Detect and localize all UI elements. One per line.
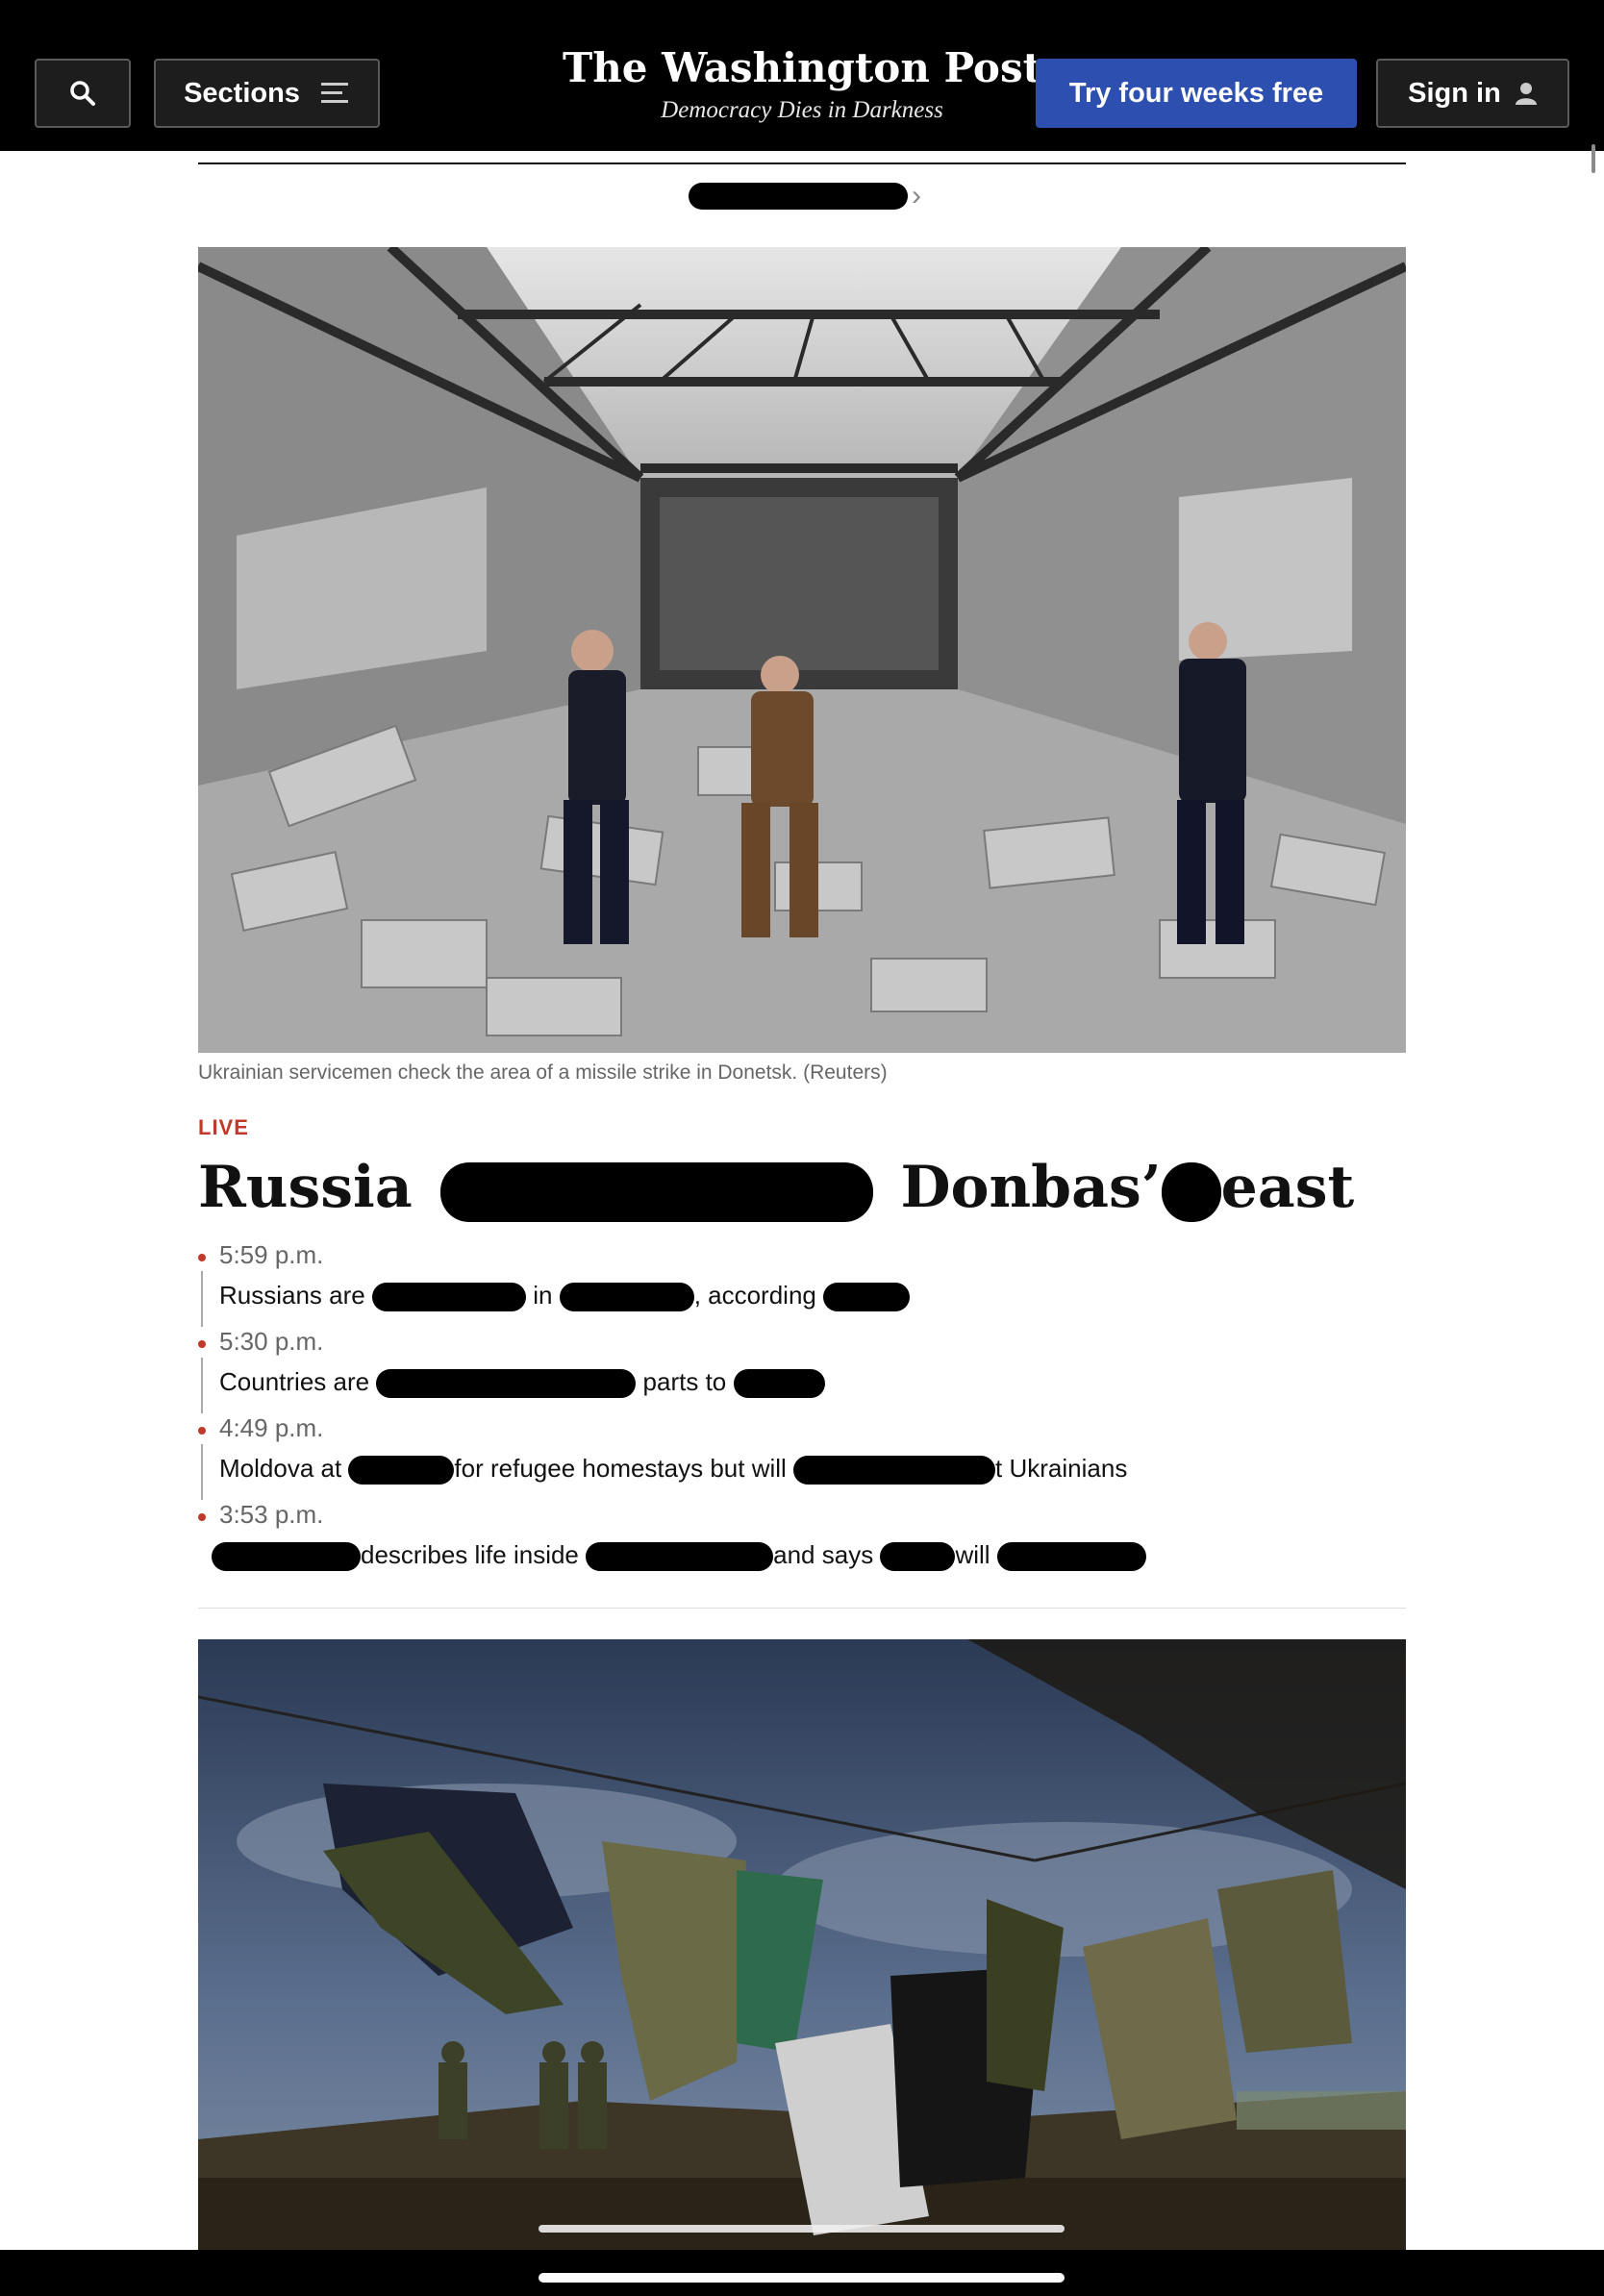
subscribe-button[interactable]: Try four weeks free — [1036, 59, 1357, 128]
redaction — [996, 1542, 1146, 1572]
update-text-segment: Moldova at — [219, 1454, 342, 1483]
update-text: Countries are parts to — [219, 1367, 825, 1399]
masthead[interactable]: The Washington Post Democracy Dies in Da… — [539, 44, 1065, 124]
update-text-segment: for refugee homestays but will — [454, 1454, 787, 1483]
chevron-right-icon: › — [912, 180, 921, 212]
site-logo: The Washington Post — [563, 44, 1041, 91]
headline-part: Russia — [198, 1154, 413, 1221]
redaction — [689, 183, 908, 210]
redaction — [348, 1456, 455, 1485]
lead-photo-graphic — [198, 247, 1406, 1053]
redaction — [559, 1283, 694, 1312]
timeline-line — [201, 1358, 203, 1413]
headline-part: east — [1220, 1154, 1355, 1221]
live-updates-list: 5:59 p.m. Russians are in , according 5:… — [198, 1240, 1406, 1588]
update-text: describes life inside and says will — [212, 1540, 1146, 1572]
update-time: 5:59 p.m. — [219, 1240, 324, 1269]
redaction — [212, 1542, 361, 1572]
site-header: Sections The Washington Post Democracy D… — [0, 0, 1604, 151]
redaction — [823, 1283, 911, 1312]
user-icon — [1515, 83, 1537, 105]
update-time: 3:53 p.m. — [219, 1500, 324, 1529]
page-home-indicator — [539, 2225, 1065, 2233]
sections-label: Sections — [184, 77, 300, 109]
redaction — [733, 1369, 825, 1399]
divider — [198, 162, 1406, 164]
update-item[interactable]: 4:49 p.m. Moldova at for refugee homesta… — [198, 1413, 1406, 1502]
update-text-segment: , according — [693, 1281, 816, 1310]
update-text: Russians are in , according — [219, 1281, 911, 1312]
divider — [198, 1608, 1406, 1609]
bullet-icon — [198, 1340, 206, 1348]
update-text-segment: in — [533, 1281, 553, 1310]
photo-caption: Ukrainian servicemen check the area of a… — [198, 1061, 888, 1084]
update-text-segment: Russians are — [219, 1281, 365, 1310]
redaction — [1161, 1161, 1221, 1222]
update-text-segment: and says — [773, 1540, 874, 1569]
update-time: 5:30 p.m. — [219, 1327, 324, 1356]
search-button[interactable] — [35, 59, 131, 128]
update-item[interactable]: 3:53 p.m. describes life inside and says… — [198, 1500, 1406, 1588]
headline[interactable]: Russia Donbas’ east — [198, 1154, 1354, 1222]
headline-part: Donbas’ — [900, 1154, 1162, 1221]
redaction — [371, 1283, 526, 1312]
redaction — [586, 1542, 774, 1572]
lead-photo[interactable] — [198, 247, 1406, 1053]
update-item[interactable]: 5:30 p.m. Countries are parts to — [198, 1327, 1406, 1415]
secondary-photo[interactable] — [198, 1639, 1406, 2250]
update-text-segment: parts to — [642, 1367, 727, 1396]
secondary-photo-graphic — [198, 1639, 1406, 2250]
live-label: LIVE — [198, 1115, 249, 1139]
timeline-line — [201, 1444, 203, 1500]
sections-button[interactable]: Sections — [154, 59, 380, 128]
update-text: Moldova at for refugee homestays but wil… — [219, 1454, 1127, 1485]
scrollbar-thumb[interactable] — [1591, 144, 1595, 173]
redaction — [793, 1456, 996, 1485]
hamburger-icon — [320, 83, 348, 103]
sign-in-button[interactable]: Sign in — [1376, 59, 1569, 128]
redaction — [376, 1369, 637, 1399]
update-text-segment: describes life inside — [361, 1540, 579, 1569]
update-text-segment: Countries are — [219, 1367, 370, 1396]
timeline-line — [201, 1271, 203, 1327]
home-indicator[interactable] — [539, 2273, 1065, 2283]
redaction — [880, 1542, 956, 1572]
redacted-kicker-link[interactable]: › — [689, 180, 921, 212]
bullet-icon — [198, 1254, 206, 1261]
sign-in-label: Sign in — [1408, 77, 1501, 109]
bullet-icon — [198, 1513, 206, 1521]
bullet-icon — [198, 1427, 206, 1435]
search-icon — [70, 81, 95, 106]
update-item[interactable]: 5:59 p.m. Russians are in , according — [198, 1240, 1406, 1329]
update-text-segment: will — [955, 1540, 990, 1569]
update-text-segment: t Ukrainians — [995, 1454, 1128, 1483]
redaction — [439, 1161, 873, 1222]
site-tagline: Democracy Dies in Darkness — [661, 97, 943, 123]
update-time: 4:49 p.m. — [219, 1413, 324, 1442]
